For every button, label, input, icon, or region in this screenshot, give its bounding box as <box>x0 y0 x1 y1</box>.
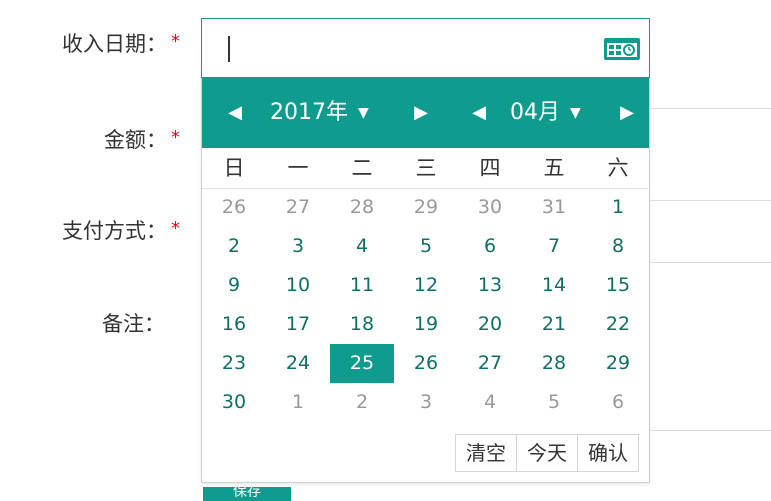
income-date-input[interactable] <box>201 18 650 78</box>
next-month-icon[interactable]: ▶ <box>612 78 642 148</box>
next-year-icon[interactable]: ▶ <box>406 78 436 148</box>
day-cell[interactable]: 27 <box>458 344 522 383</box>
required-mark: * <box>171 127 180 148</box>
caret-down-icon: ▼ <box>570 105 581 121</box>
day-cell[interactable]: 16 <box>202 305 266 344</box>
required-mark: * <box>171 31 180 52</box>
amount-label-text: 金额 <box>104 128 146 152</box>
month-select[interactable]: 04月 ▼ <box>510 78 581 148</box>
day-cell[interactable]: 15 <box>586 266 650 305</box>
day-cell[interactable]: 18 <box>330 305 394 344</box>
day-cell[interactable]: 7 <box>522 227 586 266</box>
day-cell[interactable]: 5 <box>394 227 458 266</box>
calendar-icon[interactable] <box>603 37 641 61</box>
colon: ： <box>144 312 165 336</box>
prev-year-icon[interactable]: ◀ <box>220 78 250 148</box>
payment-method-label: 支付方式： * <box>20 215 180 245</box>
colon: ： <box>146 32 167 56</box>
datepicker-header: ◀ 2017年 ▼ ▶ ◀ 04月 ▼ ▶ <box>202 78 649 148</box>
datepicker-panel: ◀ 2017年 ▼ ▶ ◀ 04月 ▼ ▶ 日 一 二 三 四 五 六 26 27 28… <box>201 78 650 483</box>
day-cell[interactable]: 27 <box>266 188 330 227</box>
today-button[interactable]: 今天 <box>516 435 577 471</box>
day-cell[interactable]: 29 <box>394 188 458 227</box>
clear-button[interactable]: 清空 <box>456 435 516 471</box>
day-cell[interactable]: 8 <box>586 227 650 266</box>
day-cell[interactable]: 12 <box>394 266 458 305</box>
day-cell[interactable]: 9 <box>202 266 266 305</box>
payment-field-border <box>651 200 771 201</box>
weekday-label: 五 <box>543 156 565 180</box>
day-cell[interactable]: 28 <box>330 188 394 227</box>
note-field-border <box>651 430 771 431</box>
day-cell[interactable]: 1 <box>266 383 330 422</box>
payment-field-border-bottom <box>651 262 771 263</box>
day-cell[interactable]: 22 <box>586 305 650 344</box>
year-label: 2017年 <box>270 100 348 125</box>
day-cell[interactable]: 21 <box>522 305 586 344</box>
day-cell[interactable]: 26 <box>394 344 458 383</box>
weekday-label: 一 <box>287 156 309 180</box>
colon: ： <box>146 128 167 152</box>
day-cell[interactable]: 2 <box>330 383 394 422</box>
day-cell[interactable]: 17 <box>266 305 330 344</box>
weekday-label: 三 <box>415 156 437 180</box>
weekday-header: 日 一 二 三 四 五 六 <box>202 148 649 189</box>
note-label: 备注： <box>20 308 165 338</box>
day-cell[interactable]: 23 <box>202 344 266 383</box>
day-cell[interactable]: 11 <box>330 266 394 305</box>
day-cell[interactable]: 5 <box>522 383 586 422</box>
confirm-button[interactable]: 确认 <box>577 435 638 471</box>
day-cell[interactable]: 4 <box>330 227 394 266</box>
day-cell[interactable]: 26 <box>202 188 266 227</box>
text-cursor <box>228 36 230 62</box>
day-cell[interactable]: 3 <box>266 227 330 266</box>
day-cell[interactable]: 20 <box>458 305 522 344</box>
required-mark: * <box>171 218 180 239</box>
save-button[interactable]: 保存 <box>203 487 291 501</box>
day-cell[interactable]: 29 <box>586 344 650 383</box>
day-cell[interactable]: 13 <box>458 266 522 305</box>
weekday-label: 日 <box>223 156 245 180</box>
amount-label: 金额： * <box>20 124 180 154</box>
day-cell[interactable]: 24 <box>266 344 330 383</box>
day-cell[interactable]: 31 <box>522 188 586 227</box>
income-date-label: 收入日期： * <box>20 28 180 58</box>
day-cell[interactable]: 3 <box>394 383 458 422</box>
day-cell[interactable]: 1 <box>586 188 650 227</box>
colon: ： <box>146 219 167 243</box>
day-cell[interactable]: 4 <box>458 383 522 422</box>
year-select[interactable]: 2017年 ▼ <box>270 78 369 148</box>
prev-month-icon[interactable]: ◀ <box>464 78 494 148</box>
weekday-label: 二 <box>351 156 373 180</box>
day-cell[interactable]: 14 <box>522 266 586 305</box>
datepicker-footer: 清空 今天 确认 <box>455 434 639 472</box>
day-cell[interactable]: 30 <box>202 383 266 422</box>
weekday-label: 四 <box>479 156 501 180</box>
day-cell[interactable]: 19 <box>394 305 458 344</box>
income-date-label-text: 收入日期 <box>62 32 146 56</box>
selected-day-cell[interactable]: 25 <box>330 344 394 383</box>
day-cell[interactable]: 28 <box>522 344 586 383</box>
payment-label-text: 支付方式 <box>62 219 146 243</box>
caret-down-icon: ▼ <box>358 105 369 121</box>
day-cell[interactable]: 6 <box>586 383 650 422</box>
day-cell[interactable]: 6 <box>458 227 522 266</box>
weekday-label: 六 <box>607 156 629 180</box>
amount-field-border <box>651 108 771 109</box>
month-label: 04月 <box>510 100 560 125</box>
note-label-text: 备注 <box>102 312 144 336</box>
day-cell[interactable]: 2 <box>202 227 266 266</box>
day-cell[interactable]: 10 <box>266 266 330 305</box>
day-cell[interactable]: 30 <box>458 188 522 227</box>
